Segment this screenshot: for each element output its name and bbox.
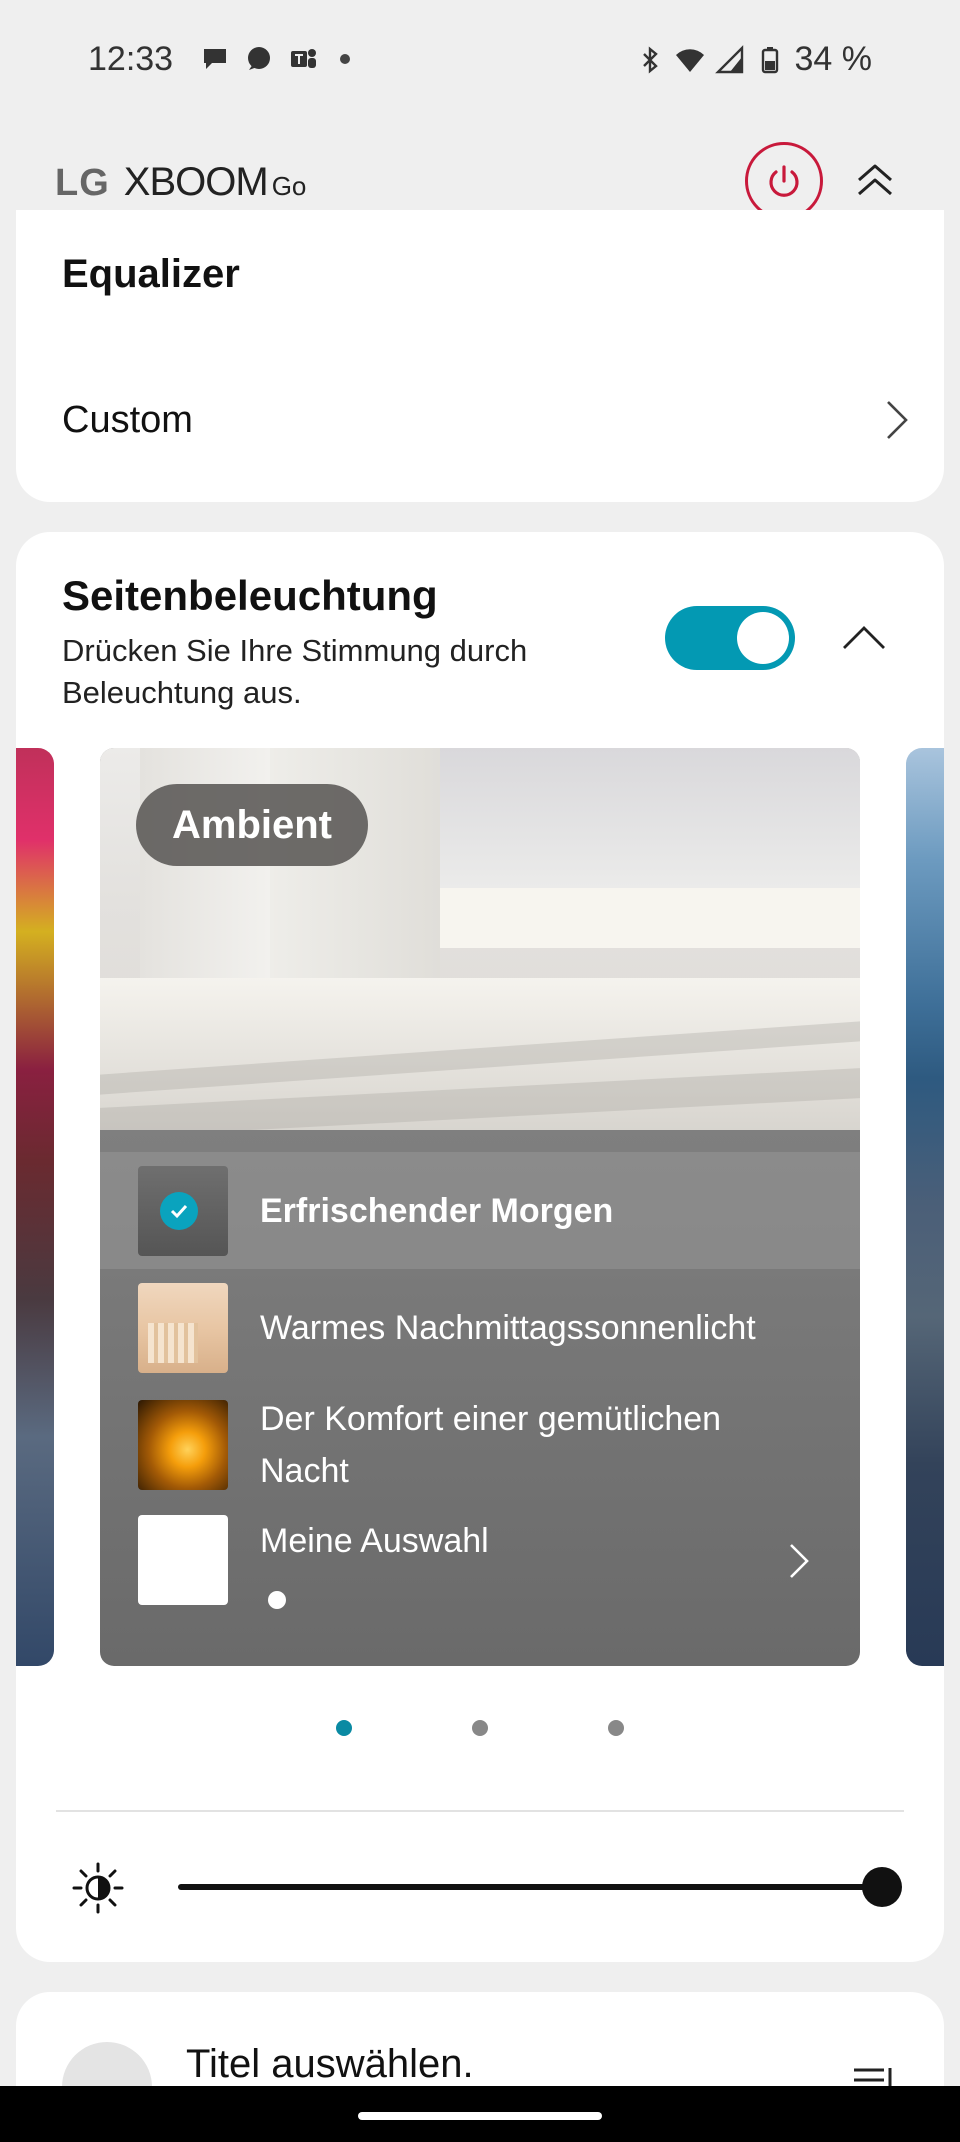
- equalizer-mode-row[interactable]: Custom: [62, 390, 912, 450]
- preset-thumbnail: [138, 1399, 228, 1490]
- status-time: 12:33: [88, 40, 174, 78]
- notification-icons: [200, 44, 350, 74]
- chevron-up-icon: [843, 626, 885, 649]
- power-button[interactable]: [745, 142, 823, 220]
- preset-label: Der Komfort einer gemütlichen Nacht: [260, 1399, 722, 1490]
- status-bar: 12:33 34 %: [0, 0, 960, 120]
- battery-icon: [761, 46, 778, 73]
- message-icon: [248, 47, 270, 70]
- slider-handle[interactable]: [862, 1867, 902, 1907]
- system-icons: 34 %: [635, 40, 873, 79]
- page-dot[interactable]: [472, 1720, 488, 1736]
- page-dot[interactable]: [608, 1720, 624, 1736]
- preset-warm-afternoon[interactable]: Warmes Nachmittagssonnenlicht: [100, 1269, 860, 1386]
- check-icon: [160, 1191, 198, 1230]
- preset-thumbnail: [138, 1165, 228, 1256]
- brand-lg: LG: [55, 162, 110, 204]
- chevron-right-icon: [790, 1544, 809, 1578]
- side-lighting-card: Seitenbeleuchtung Drücken Sie Ihre Stimm…: [16, 532, 944, 1962]
- preset-my-selection[interactable]: Meine Auswahl: [100, 1503, 860, 1620]
- page-dot-active[interactable]: [336, 1720, 352, 1736]
- ambient-theme-card: Ambient Erfrischender Morgen Warmes Nach…: [100, 748, 860, 1666]
- double-chevron-up-icon: [858, 164, 892, 196]
- notification-dot: [340, 54, 350, 64]
- preset-thumbnail: [138, 1282, 228, 1373]
- brightness-slider[interactable]: [178, 1867, 902, 1907]
- brand-name: XBOOM: [123, 160, 269, 204]
- preset-cozy-night[interactable]: Der Komfort einer gemütlichen Nacht: [100, 1386, 860, 1503]
- toggle-knob: [737, 612, 789, 664]
- brand-logo: LG XBOOM Go: [55, 160, 306, 205]
- equalizer-title: Equalizer: [62, 252, 240, 296]
- carousel-page-indicator: [16, 1720, 944, 1740]
- lighting-title: Seitenbeleuchtung: [62, 572, 438, 619]
- chevron-right-icon: [887, 401, 908, 439]
- lighting-toggle[interactable]: [665, 606, 795, 670]
- battery-percent: 34 %: [794, 40, 873, 78]
- system-nav-bar: [0, 2086, 960, 2142]
- previous-theme-card[interactable]: [16, 748, 54, 1666]
- preset-refreshing-morning[interactable]: Erfrischender Morgen: [100, 1152, 860, 1269]
- chat-icon: [204, 49, 226, 69]
- equalizer-mode: Custom: [62, 398, 193, 441]
- preset-thumbnail: [138, 1515, 228, 1605]
- collapse-lighting-button[interactable]: [834, 612, 894, 662]
- preset-label: Warmes Nachmittagssonnenlicht: [260, 1308, 756, 1347]
- wifi-icon: [675, 48, 704, 72]
- lighting-description: Drücken Sie Ihre Stimmung durch Beleucht…: [62, 633, 528, 710]
- track-title: Titel auswählen.: [186, 2042, 474, 2086]
- next-theme-card[interactable]: [906, 748, 944, 1666]
- signal-icon: [714, 44, 743, 73]
- preset-label: Erfrischender Morgen: [260, 1191, 614, 1230]
- collapse-all-button[interactable]: [845, 150, 905, 210]
- divider: [56, 1810, 904, 1812]
- home-gesture-handle[interactable]: [358, 2112, 602, 2120]
- teams-icon: [291, 49, 316, 68]
- theme-badge: Ambient: [136, 784, 368, 866]
- preset-label: Meine Auswahl: [260, 1522, 489, 1560]
- color-dot: [268, 1591, 286, 1609]
- equalizer-card: Equalizer Custom: [16, 210, 944, 502]
- brightness-icon: [72, 1862, 124, 1914]
- brand-go: Go: [271, 171, 307, 201]
- bluetooth-icon: [642, 45, 658, 74]
- power-icon: [769, 165, 799, 197]
- ambient-preset-list: Erfrischender Morgen Warmes Nachmittagss…: [100, 1130, 860, 1620]
